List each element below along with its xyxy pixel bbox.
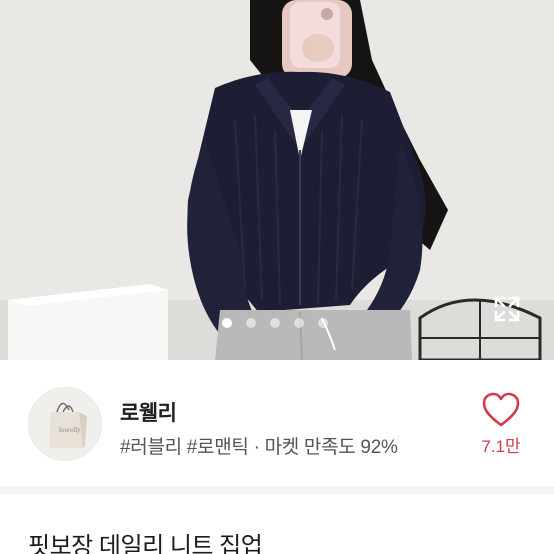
product-image-carousel[interactable] xyxy=(0,0,554,360)
carousel-dot[interactable] xyxy=(270,318,280,328)
shop-info: lowelly 로웰리 #러블리 #로맨틱 · 마켓 만족도 92% 7.1만 xyxy=(0,360,554,486)
shop-name[interactable]: 로웰리 xyxy=(120,397,177,427)
like-button[interactable]: 7.1만 xyxy=(478,390,524,460)
shop-avatar[interactable]: lowelly xyxy=(28,387,102,461)
carousel-dot[interactable] xyxy=(294,318,304,328)
heart-icon xyxy=(482,392,520,427)
carousel-indicator xyxy=(0,316,554,330)
product-photo xyxy=(0,0,554,360)
carousel-dot-active[interactable] xyxy=(222,318,232,328)
carousel-dot[interactable] xyxy=(246,318,256,328)
expand-button[interactable] xyxy=(490,292,524,326)
shop-tags: #러블리 #로맨틱 · 마켓 만족도 92% xyxy=(120,437,398,458)
expand-icon xyxy=(494,296,520,322)
like-count: 7.1만 xyxy=(481,437,521,456)
carousel-dot[interactable] xyxy=(318,318,328,328)
product-title: 핏보장 데일리 니트 집업 xyxy=(28,533,263,554)
shopping-bag-icon: lowelly xyxy=(49,402,87,448)
section-divider xyxy=(0,486,554,494)
svg-text:lowelly: lowelly xyxy=(59,427,81,434)
